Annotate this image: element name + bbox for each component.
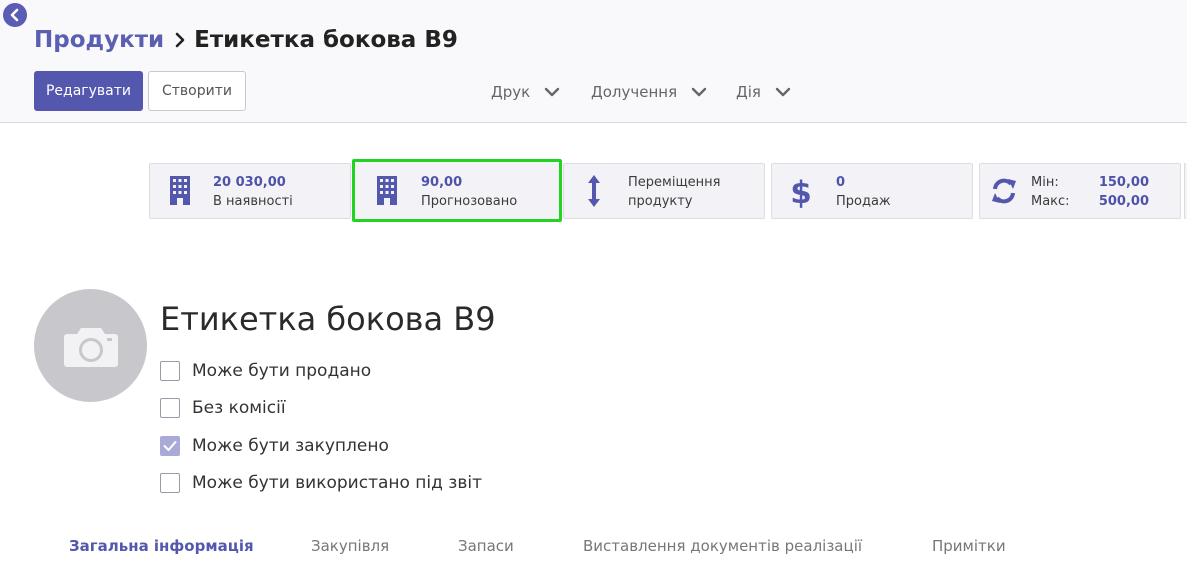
sales-label: Продаж: [836, 194, 891, 209]
reordering-stat-text: Мін: 150,00 Макс: 500,00: [1031, 173, 1161, 211]
building-icon: [375, 175, 399, 207]
reorder-min-row: Мін: 150,00: [1031, 173, 1161, 192]
print-dropdown[interactable]: Друк: [491, 80, 560, 104]
control-panel: Продукти Етикетка бокова B9 Редагувати С…: [0, 0, 1187, 123]
product-moves-line1: Переміщення: [628, 175, 721, 190]
no-commission-option: Без комісії: [160, 396, 286, 420]
forecast-value: 90,00: [421, 175, 463, 190]
attach-dropdown[interactable]: Долучення: [591, 80, 707, 104]
sales-stat-button[interactable]: $ 0 Продаж: [771, 163, 973, 219]
attach-dropdown-label: Долучення: [591, 83, 678, 101]
product-moves-stat-text: Переміщення продукту: [628, 173, 721, 211]
product-title: Етикетка бокова B9: [160, 300, 496, 338]
no-commission-checkbox[interactable]: [160, 398, 180, 418]
reorder-max-row: Макс: 500,00: [1031, 192, 1161, 211]
action-dropdown-label: Дія: [736, 83, 761, 101]
product-image[interactable]: [34, 289, 147, 402]
can-be-sold-option: Може бути продано: [160, 359, 371, 383]
can-be-sold-label: Може бути продано: [192, 361, 372, 381]
svg-text:$: $: [790, 175, 812, 208]
can-be-purchased-checkbox[interactable]: [160, 436, 180, 456]
forecast-stat-button[interactable]: 90,00 Прогнозовано: [352, 159, 562, 222]
on-hand-label: В наявності: [213, 194, 293, 209]
chevron-left-icon: [10, 8, 19, 22]
tab-purchase[interactable]: Закупівля: [311, 537, 389, 555]
building-icon: [168, 175, 192, 207]
no-commission-label: Без комісії: [192, 398, 286, 418]
tab-invoicing[interactable]: Виставлення документів реалізації: [583, 537, 862, 555]
sales-value: 0: [836, 175, 846, 190]
edit-button[interactable]: Редагувати: [34, 71, 143, 111]
can-be-expensed-label: Може бути використано під звіт: [192, 473, 482, 493]
tab-general-information[interactable]: Загальна інформація: [69, 537, 254, 555]
product-moves-line2: продукту: [628, 194, 693, 209]
reorder-max-value: 500,00: [1098, 194, 1149, 209]
on-hand-stat-text: 20 030,00 В наявності: [213, 173, 293, 211]
can-be-sold-checkbox[interactable]: [160, 361, 180, 381]
breadcrumb: Продукти Етикетка бокова B9: [34, 24, 458, 56]
reorder-min-label: Мін:: [1031, 175, 1059, 190]
create-button[interactable]: Створити: [148, 71, 246, 111]
vertical-arrows-icon: [586, 174, 602, 208]
checkmark-icon: [163, 441, 177, 451]
chevron-down-icon: [544, 87, 560, 97]
tab-inventory[interactable]: Запаси: [458, 537, 514, 555]
forecast-stat-text: 90,00 Прогнозовано: [421, 173, 517, 211]
can-be-expensed-option: Може бути використано під звіт: [160, 471, 482, 495]
print-dropdown-label: Друк: [491, 83, 531, 101]
reordering-stat-button[interactable]: Мін: 150,00 Макс: 500,00: [979, 163, 1181, 219]
breadcrumb-current: Етикетка бокова B9: [194, 27, 458, 53]
can-be-purchased-option: Може бути закуплено: [160, 434, 389, 458]
sales-stat-text: 0 Продаж: [836, 173, 891, 211]
reorder-min-value: 150,00: [1098, 175, 1149, 190]
camera-icon: [63, 327, 118, 367]
on-hand-value: 20 030,00: [213, 175, 286, 190]
back-button[interactable]: [3, 3, 27, 27]
chevron-right-icon: [175, 32, 185, 48]
refresh-icon: [990, 177, 1018, 205]
on-hand-stat-button[interactable]: 20 030,00 В наявності: [149, 163, 351, 219]
chevron-down-icon: [691, 87, 707, 97]
chevron-down-icon: [775, 87, 791, 97]
action-dropdown[interactable]: Дія: [736, 80, 791, 104]
reorder-max-label: Макс:: [1031, 194, 1070, 209]
dollar-icon: $: [790, 174, 812, 208]
tab-notes[interactable]: Примітки: [932, 537, 1006, 555]
breadcrumb-parent-link[interactable]: Продукти: [34, 27, 164, 53]
can-be-expensed-checkbox[interactable]: [160, 473, 180, 493]
can-be-purchased-label: Може бути закуплено: [192, 436, 389, 456]
product-moves-stat-button[interactable]: Переміщення продукту: [563, 163, 765, 219]
forecast-label: Прогнозовано: [421, 194, 518, 209]
